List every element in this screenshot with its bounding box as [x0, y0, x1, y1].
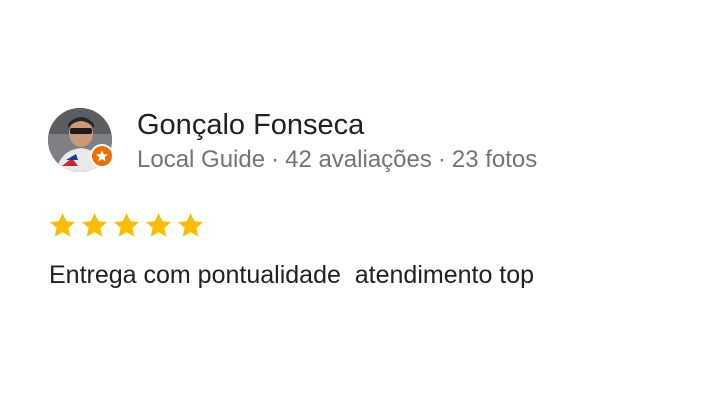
meta-separator: ·	[437, 146, 446, 173]
author-info: Gonçalo Fonseca Local Guide · 42 avaliaçõe…	[137, 108, 537, 174]
star-icon	[146, 213, 171, 237]
star-icon	[50, 213, 75, 237]
local-guide-star-icon	[90, 144, 114, 168]
star-icon	[82, 213, 107, 237]
star-rating	[48, 211, 205, 240]
review-text: Entrega com pontualidade atendimento top	[49, 261, 535, 289]
author-meta: Local Guide · 42 avaliações · 23 fotos	[137, 146, 537, 174]
author-name[interactable]: Gonçalo Fonseca	[137, 108, 537, 142]
star-icon	[178, 213, 203, 237]
review-header: Gonçalo Fonseca Local Guide · 42 avaliaçõe…	[48, 108, 537, 174]
star-icon	[114, 213, 139, 237]
local-guide-label: Local Guide	[137, 146, 266, 173]
author-avatar[interactable]	[48, 108, 114, 172]
reviews-count: 42 avaliações	[285, 146, 432, 173]
photos-count: 23 fotos	[451, 146, 538, 173]
review-card: Gonçalo Fonseca Local Guide · 42 avaliaçõe…	[0, 0, 703, 400]
meta-separator: ·	[271, 146, 280, 173]
